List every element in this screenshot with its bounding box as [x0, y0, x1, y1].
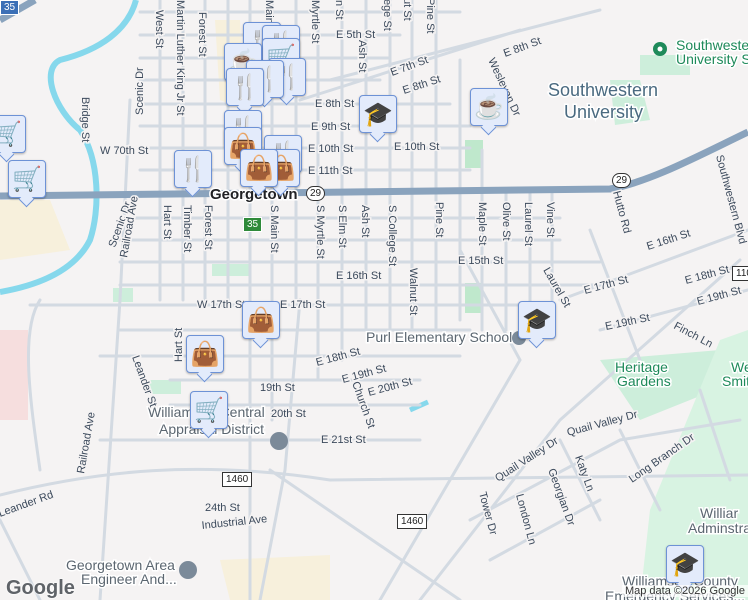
university-label-line2: University	[564, 102, 643, 122]
park	[212, 264, 250, 276]
street-label: Scenic Dr	[134, 67, 146, 115]
street-label: E 8th St	[502, 35, 543, 60]
street-label: Forest St	[202, 205, 214, 250]
poi-engineer-line2[interactable]: Engineer And...	[80, 570, 179, 589]
map-attribution[interactable]: Map data ©2026 Google	[621, 585, 748, 597]
street-label: S Main St	[268, 205, 280, 253]
highway-29[interactable]	[0, 128, 748, 200]
area	[0, 330, 28, 420]
school-marker-icon[interactable]: 🎓	[518, 301, 556, 339]
park-label-heritage-line2[interactable]: Gardens	[616, 372, 673, 391]
street-label: Bridge St	[79, 97, 91, 142]
street-label: Forest St	[196, 12, 208, 57]
street-label: Maple St	[476, 202, 488, 245]
street-label: London Ln	[513, 493, 538, 546]
street-label: Finch Ln	[672, 320, 715, 350]
street-label: Myrtle St	[309, 0, 321, 43]
street-label: E 8th St	[315, 98, 354, 110]
street-label: 24th St	[205, 502, 240, 514]
restaurant-marker-icon[interactable]: 🍴	[226, 68, 264, 106]
route-shield-29: 29	[306, 186, 326, 201]
school-marker-icon[interactable]: 🎓	[666, 545, 704, 583]
street-label: E 18th St	[315, 346, 362, 369]
poi-admin-line1[interactable]: Williar	[699, 504, 740, 523]
government-building-icon[interactable]	[179, 561, 197, 579]
shopping-bag-marker-icon[interactable]: 👜	[242, 301, 280, 339]
area	[0, 200, 70, 260]
shopping-cart-marker-icon[interactable]: 🛒	[190, 391, 228, 429]
interstate-shield-35: 35	[243, 217, 263, 232]
poi-purl-elementary[interactable]: Purl Elementary School	[365, 328, 514, 347]
street-label: E 9th St	[311, 121, 350, 133]
street-label: S Elm St	[336, 205, 348, 248]
poi-admin-line2[interactable]: Adminstra	[687, 519, 748, 538]
shopping-cart-marker-icon[interactable]: 🛒	[8, 160, 46, 198]
street-label: Industrial Ave	[201, 513, 268, 532]
map-canvas[interactable]: Georgetown Southwestern University South…	[0, 0, 748, 600]
route-shield-29: 29	[612, 173, 632, 188]
poi-southwestern-line2[interactable]: University St	[675, 50, 748, 69]
street-label: 20th St	[271, 408, 306, 420]
school-marker-icon[interactable]: 🎓	[359, 95, 397, 133]
street-label: E 19th St	[696, 285, 743, 308]
street-label: Railroad Ave	[75, 411, 98, 474]
street-label: College St	[381, 0, 393, 31]
park	[465, 140, 483, 168]
street-label: Olive St	[500, 202, 512, 241]
street-label: E 10th St	[308, 143, 353, 155]
park	[113, 288, 133, 302]
shopping-bag-marker-icon[interactable]: 👜	[240, 149, 278, 187]
street-label: 19th St	[260, 382, 295, 394]
street-label: Ash St	[359, 205, 371, 237]
route-shield-110: 110	[732, 266, 748, 281]
street-label: E 18th St	[684, 264, 731, 287]
street-label: E 16th St	[336, 270, 381, 282]
shopping-cart-marker-icon[interactable]: 🛒	[0, 115, 26, 153]
shopping-bag-marker-icon[interactable]: 👜	[186, 335, 224, 373]
interstate-shield-35: 35	[0, 0, 20, 15]
street-label: Hutto Rd	[610, 190, 633, 235]
street-label: W 70th St	[100, 145, 148, 157]
street-label: S College St	[386, 205, 398, 266]
street-label: E 5th St	[336, 29, 375, 41]
area	[220, 555, 330, 600]
street-label: West St	[153, 10, 165, 48]
street-label: Walnut St	[407, 268, 419, 315]
street-label: S Myrtle St	[314, 205, 326, 259]
street-label: n St	[333, 0, 345, 20]
street-label: E 17th St	[583, 274, 630, 297]
street-label: E 10th St	[394, 141, 439, 153]
university-label-line1: Southwestern	[548, 80, 658, 100]
street-label: Ash St	[356, 40, 368, 72]
street-label: Vine St	[544, 202, 556, 237]
street-label: Pine St	[433, 202, 445, 237]
government-building-icon[interactable]	[270, 432, 288, 450]
street-label: Pine St	[424, 0, 436, 33]
street-label: Hart St	[161, 205, 173, 239]
street-label: Laurel St	[522, 202, 534, 246]
street-label: E 16th St	[645, 227, 692, 252]
street-label: E 7th St	[389, 54, 430, 79]
street-label: Quail Valley Dr	[566, 408, 640, 438]
restaurant-marker-icon[interactable]: 🍴	[174, 150, 212, 188]
street-label: E 17th St	[280, 299, 325, 311]
park-label-smith-line2[interactable]: Smit	[721, 372, 748, 391]
street-label: Timber St	[181, 205, 193, 252]
street-label: ut St	[401, 0, 413, 21]
street-label: E 11th St	[308, 165, 352, 177]
street-label: W 17th St	[197, 299, 245, 311]
cafe-marker-icon[interactable]: ☕	[470, 88, 508, 126]
street-label: E 21st St	[321, 434, 366, 446]
google-logo: Google	[6, 577, 75, 599]
route-shield-1460: 1460	[222, 472, 253, 487]
street-label: E 15th St	[458, 255, 503, 267]
street-label: Southwestern Blvd	[713, 154, 748, 246]
street-label: Hart St	[173, 328, 185, 362]
poi-pin-dot	[657, 46, 663, 52]
route-shield-1460: 1460	[397, 514, 428, 529]
street-label: Martin Luther King Jr St	[174, 0, 186, 116]
street-label: E 19th St	[341, 363, 388, 386]
